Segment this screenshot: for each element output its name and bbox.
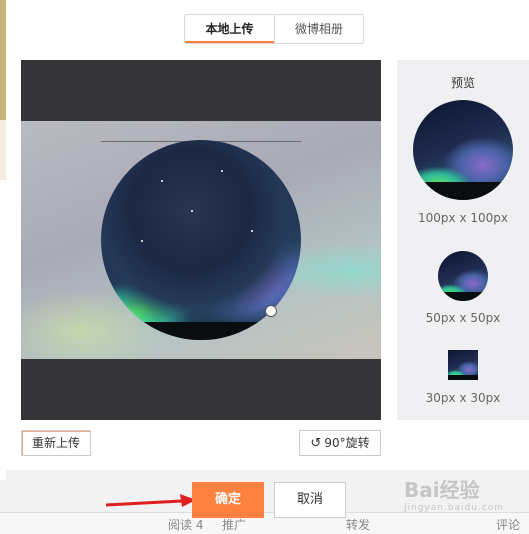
preview-50-image	[438, 251, 488, 301]
red-arrow-annotation	[106, 494, 196, 507]
preview-50-label: 50px x 50px	[425, 311, 501, 325]
rotate-button[interactable]: ↺ 90°旋转	[299, 430, 381, 456]
star-dot	[161, 180, 163, 182]
preview-100-image	[413, 100, 513, 200]
watermark-sub: jingyan.baidu.com	[404, 503, 505, 513]
rotate-button-label: 90°旋转	[324, 436, 370, 450]
preview-title: 预览	[450, 76, 475, 90]
star-dot	[141, 240, 143, 242]
cancel-button[interactable]: 取消	[274, 482, 346, 518]
tab-local-upload[interactable]: 本地上传	[185, 15, 274, 43]
bg-forward: 转发	[346, 518, 371, 532]
preview-30-image	[448, 350, 478, 380]
image-crop-editor	[21, 60, 381, 420]
star-dot	[251, 230, 253, 232]
preview-100-label: 100px x 100px	[418, 211, 508, 225]
confirm-button[interactable]: 确定	[192, 482, 264, 518]
bg-read-count: 阅读 4	[168, 518, 204, 532]
bg-promote: 推广	[222, 518, 247, 532]
avatar-upload-dialog: 本地上传 微博相册 预览 100px x 100px 50px x 50px 3…	[6, 0, 529, 512]
preview-panel: 预览 100px x 100px 50px x 50px 30px x 30px	[397, 60, 529, 420]
tab-weibo-album[interactable]: 微博相册	[274, 15, 363, 43]
upload-source-tabs: 本地上传 微博相册	[184, 14, 364, 44]
watermark-text: Bai经验	[404, 478, 480, 502]
baidu-jingyan-watermark: Bai经验 jingyan.baidu.com	[404, 474, 524, 524]
rotate-ccw-icon: ↺	[310, 436, 322, 451]
star-dot	[191, 210, 193, 212]
crop-resize-handle[interactable]	[265, 305, 277, 317]
reupload-button[interactable]: 重新上传	[21, 430, 91, 456]
star-dot	[221, 170, 223, 172]
preview-30-label: 30px x 30px	[425, 391, 501, 405]
